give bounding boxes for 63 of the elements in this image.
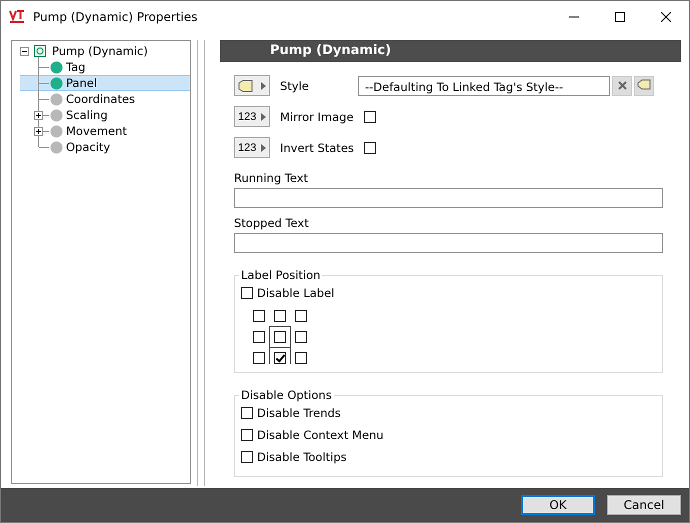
- position-checkbox[interactable]: [253, 331, 265, 343]
- tree-item[interactable]: Pump (Dynamic): [49, 44, 148, 58]
- checkbox[interactable]: [241, 429, 253, 441]
- checkbox-label: Disable Context Menu: [257, 428, 384, 442]
- clear-button[interactable]: [612, 76, 632, 96]
- tree-item-row[interactable]: Scaling: [20, 107, 190, 123]
- property-label: Invert States: [280, 140, 354, 154]
- checkbox[interactable]: [241, 451, 253, 463]
- checkbox-label: Disable Tooltips: [257, 450, 347, 464]
- app-logo-icon: [9, 10, 27, 24]
- arrow-icon: [261, 112, 266, 120]
- style-field[interactable]: --Defaulting To Linked Tag's Style--: [358, 76, 610, 96]
- checkbox-label: Disable Trends: [257, 406, 341, 420]
- tree-item-row[interactable]: Movement: [20, 123, 190, 139]
- position-checkbox[interactable]: [274, 310, 286, 322]
- tree-item-label: Panel: [65, 76, 98, 90]
- tag-icon: [238, 80, 254, 92]
- tree-item-label: Tag: [65, 60, 86, 74]
- tag-icon: [637, 78, 651, 92]
- position-checkbox[interactable]: [295, 331, 307, 343]
- arrow-icon: [261, 144, 266, 152]
- group-title: Label Position: [240, 268, 322, 282]
- pump-icon: [34, 45, 46, 57]
- close-icon: [618, 81, 626, 90]
- text-field[interactable]: [234, 233, 663, 253]
- tree-item-row[interactable]: Coordinates: [20, 91, 190, 107]
- panel-header: Pump (Dynamic): [220, 40, 681, 62]
- text-field[interactable]: [234, 188, 663, 208]
- tree-item-label: Opacity: [65, 140, 110, 154]
- position-checkbox[interactable]: [274, 352, 286, 364]
- tag-browse-button[interactable]: [634, 76, 654, 96]
- position-checkbox[interactable]: [295, 352, 307, 364]
- arrow-icon: [261, 82, 266, 90]
- tree-item-row[interactable]: Opacity: [20, 139, 190, 155]
- position-checkbox[interactable]: [295, 310, 307, 322]
- tree-item-label: Movement: [65, 124, 127, 138]
- position-checkbox[interactable]: [253, 352, 265, 364]
- property-menu-button[interactable]: [234, 75, 270, 96]
- checkbox[interactable]: [364, 110, 376, 122]
- expand-icon[interactable]: [34, 110, 43, 120]
- field-label: Running Text: [234, 171, 310, 185]
- tree-item-label: Coordinates: [65, 92, 136, 106]
- maximize-icon[interactable]: [615, 12, 625, 22]
- checkbox[interactable]: [241, 407, 253, 419]
- collapse-icon[interactable]: [20, 46, 29, 56]
- position-checkbox[interactable]: [253, 310, 265, 322]
- window-title: Pump (Dynamic) Properties: [33, 10, 198, 24]
- property-label: Mirror Image: [280, 110, 354, 124]
- checkbox[interactable]: [364, 142, 376, 154]
- close-icon[interactable]: [661, 12, 671, 22]
- property-label: Style: [280, 78, 310, 92]
- position-checkbox[interactable]: [274, 331, 286, 343]
- expand-icon[interactable]: [34, 126, 43, 136]
- checkbox[interactable]: [241, 287, 253, 299]
- tree-item-row[interactable]: Panel: [20, 75, 190, 91]
- property-menu-button[interactable]: 123: [234, 137, 270, 158]
- dialog-button[interactable]: OK: [521, 495, 595, 515]
- dialog-button[interactable]: Cancel: [607, 495, 681, 515]
- checkbox-label: Disable Label: [257, 286, 334, 300]
- group-title: Disable Options: [240, 388, 333, 402]
- field-label: Stopped Text: [234, 216, 310, 230]
- property-menu-button[interactable]: 123: [234, 106, 270, 127]
- tree-item-label: Scaling: [65, 108, 108, 122]
